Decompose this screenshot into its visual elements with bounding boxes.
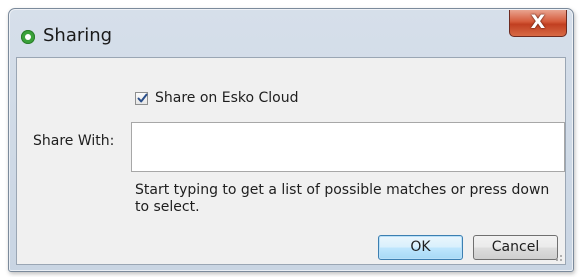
resize-grip-icon[interactable] (553, 252, 563, 262)
dialog-title: Sharing (43, 25, 113, 46)
close-icon: X (530, 11, 546, 33)
share-with-label: Share With: (33, 133, 115, 149)
esko-app-icon (21, 30, 35, 44)
hint-text: Start typing to get a list of possible m… (135, 182, 550, 215)
share-on-cloud-option[interactable]: Share on Esko Cloud (135, 89, 299, 107)
sharing-dialog: Sharing X Share on Esko Cloud Share With… (8, 8, 574, 272)
share-on-cloud-checkbox[interactable] (135, 91, 148, 105)
dialog-content: Share on Esko Cloud Share With: Start ty… (16, 57, 566, 265)
title-bar[interactable]: Sharing X (9, 9, 573, 57)
cancel-button[interactable]: Cancel (473, 235, 558, 260)
close-button[interactable]: X (509, 10, 567, 37)
checkmark-icon (137, 93, 148, 102)
share-with-input[interactable] (131, 122, 565, 172)
share-on-cloud-label: Share on Esko Cloud (155, 90, 299, 106)
ok-button[interactable]: OK (378, 235, 463, 260)
